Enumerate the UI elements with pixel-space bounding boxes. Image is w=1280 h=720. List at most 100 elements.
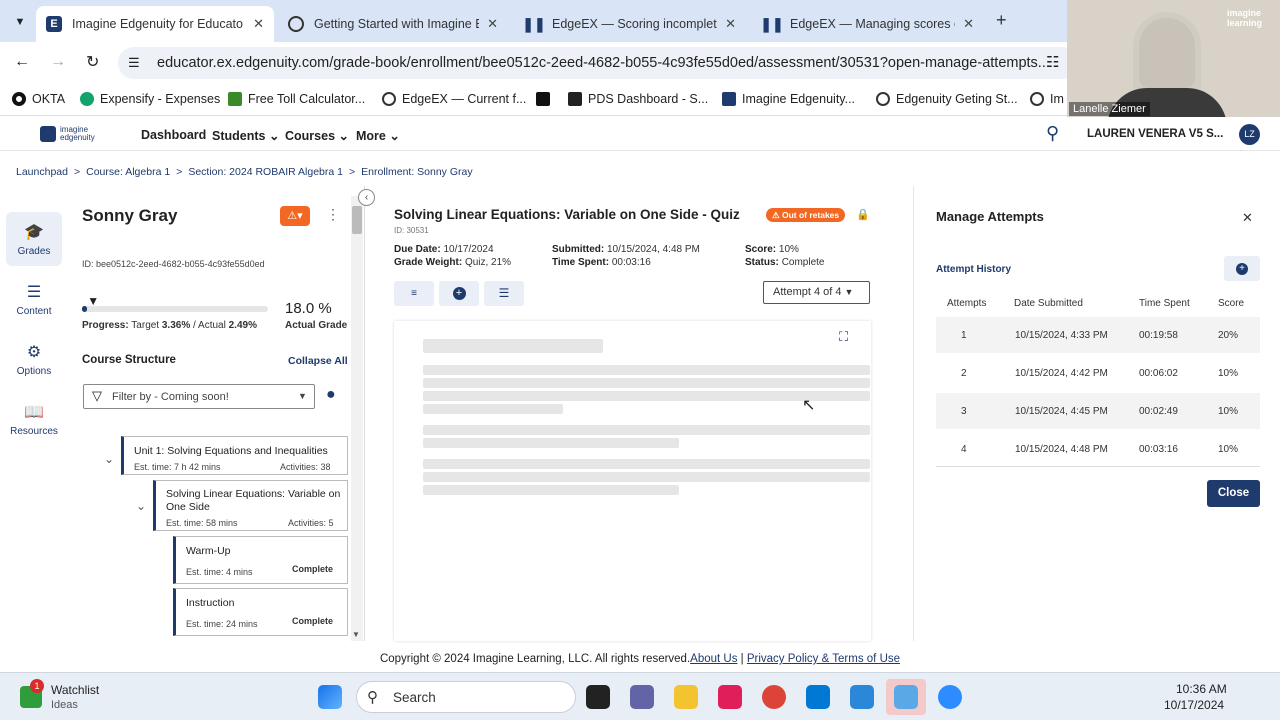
scrollbar-thumb[interactable]: [352, 206, 362, 234]
about-us-link[interactable]: About Us: [690, 653, 737, 665]
windows-start-icon[interactable]: [318, 685, 342, 709]
list-icon: ☰: [26, 283, 42, 301]
watchlist-widget[interactable]: 1 Watchlist Ideas: [20, 679, 130, 713]
bookmark-im[interactable]: Im: [1030, 92, 1064, 106]
collapse-panel-button[interactable]: ‹: [358, 189, 375, 206]
user-name[interactable]: LAUREN VENERA V5 S...: [1087, 128, 1223, 140]
close-tab-icon[interactable]: ✕: [963, 16, 974, 32]
unit-chevron-icon[interactable]: ⌄: [104, 452, 114, 466]
table-row: 3 10/15/2024, 4:45 PM 00:02:49 10%: [936, 393, 1260, 429]
bookmark-imagine-edgenuity[interactable]: Imagine Edgenuity...: [722, 92, 855, 106]
panel-scrollbar[interactable]: ▼: [351, 196, 363, 641]
video-brand-logo: imagine learning: [1227, 8, 1263, 28]
edgenuity-favicon-icon: E: [46, 16, 62, 32]
activity-card[interactable]: Warm-Up Est. time: 4 mins Complete: [173, 536, 348, 584]
checklist-button[interactable]: ☰: [484, 281, 524, 306]
breadcrumb-launchpad[interactable]: Launchpad: [16, 166, 68, 178]
manage-attempts-panel: Manage Attempts ✕ Attempt History + Atte…: [913, 186, 1280, 641]
rail-options[interactable]: ⚙ Options: [6, 332, 62, 386]
skeleton-line: [423, 459, 870, 469]
bookmark-edgeex-current[interactable]: EdgeEX — Current f...: [382, 92, 526, 106]
page-footer: Copyright © 2024 Imagine Learning, LLC. …: [0, 648, 1280, 670]
lesson-card[interactable]: Solving Linear Equations: Variable on On…: [153, 480, 348, 531]
reload-icon[interactable]: ↻: [86, 52, 99, 72]
rail-content[interactable]: ☰ Content: [6, 272, 62, 326]
tab-search-chevron-icon[interactable]: ▼: [10, 12, 30, 32]
expand-icon[interactable]: ⛶: [839, 329, 848, 345]
slack-icon[interactable]: [718, 685, 742, 709]
student-id: ID: bee0512c-2eed-4682-b055-4c93fe55d0ed: [82, 259, 265, 269]
pds-icon: [568, 92, 582, 106]
url-text[interactable]: educator.ex.edgenuity.com/grade-book/enr…: [157, 55, 1050, 71]
chrome-icon[interactable]: [762, 685, 786, 709]
new-tab-plus-icon[interactable]: +: [996, 10, 1007, 31]
bookmark-pds[interactable]: PDS Dashboard - S...: [568, 92, 708, 106]
photos-icon[interactable]: [850, 685, 874, 709]
rail-grades[interactable]: 🎓 Grades: [6, 212, 62, 266]
globe-icon: [1030, 92, 1044, 106]
score-100-button[interactable]: ≡: [394, 281, 434, 306]
alert-dropdown-button[interactable]: ⚠▾: [280, 206, 310, 226]
tab-managing-scores[interactable]: ❚❚ EdgeEX — Managing scores or ✕: [754, 6, 984, 42]
breadcrumb-section[interactable]: Section: 2024 ROBAIR Algebra 1: [188, 166, 343, 178]
clock-time[interactable]: 10:36 AM: [1176, 682, 1227, 696]
attempt-select[interactable]: Attempt 4 of 4 ▼: [763, 281, 870, 304]
okta-icon: [12, 92, 26, 106]
nav-dashboard[interactable]: Dashboard: [141, 128, 206, 142]
activity-card[interactable]: Instruction Est. time: 24 mins Complete: [173, 588, 348, 636]
video-call-overlay: imagine learning Lanelle Ziemer: [1067, 0, 1280, 118]
copyright-text: Copyright © 2024 Imagine Learning, LLC. …: [379, 653, 691, 665]
forward-arrow-icon[interactable]: →: [50, 53, 66, 71]
filter-icon: ▽: [92, 388, 102, 403]
close-button[interactable]: Close: [1207, 480, 1260, 507]
bookmark-getting-started[interactable]: Edgenuity Geting St...: [876, 92, 1018, 106]
add-attempt-button[interactable]: +: [1224, 256, 1260, 281]
add-attempt-button[interactable]: +: [439, 281, 479, 306]
breadcrumb-course[interactable]: Course: Algebra 1: [86, 166, 170, 178]
privacy-policy-link[interactable]: Privacy Policy & Terms of Use: [747, 653, 900, 665]
graduation-cap-icon: 🎓: [24, 223, 44, 241]
close-icon[interactable]: ✕: [1242, 210, 1253, 226]
close-tab-icon[interactable]: ✕: [725, 16, 736, 32]
nav-students[interactable]: Students ⌄: [212, 128, 279, 143]
tab-edgenuity[interactable]: E Imagine Edgenuity for Educato ✕: [36, 6, 274, 42]
task-view-icon[interactable]: [586, 685, 610, 709]
zoom-icon[interactable]: [938, 685, 962, 709]
tab-getting-started[interactable]: Getting Started with Imagine E ✕: [278, 6, 508, 42]
search-icon[interactable]: ⚲: [1046, 123, 1059, 144]
table-row: 4 10/15/2024, 4:48 PM 00:03:16 10%: [936, 431, 1260, 467]
user-avatar[interactable]: LZ: [1239, 124, 1260, 145]
teams-icon[interactable]: [630, 685, 654, 709]
lesson-chevron-icon[interactable]: ⌄: [136, 499, 146, 513]
collapse-all-link[interactable]: Collapse All: [288, 355, 348, 367]
back-arrow-icon[interactable]: ←: [14, 53, 30, 71]
unit-card[interactable]: Unit 1: Solving Equations and Inequaliti…: [121, 436, 348, 475]
site-settings-icon[interactable]: ☰: [128, 55, 140, 71]
bookmark-expensify[interactable]: Expensify - Expenses: [80, 92, 220, 106]
bookmark-amazon[interactable]: [536, 92, 556, 106]
bookmark-okta[interactable]: OKTA: [12, 92, 65, 106]
nav-more[interactable]: More ⌄: [356, 128, 400, 143]
breadcrumb-enrollment[interactable]: Enrollment: Sonny Gray: [361, 166, 472, 178]
student-name: Sonny Gray: [82, 206, 178, 225]
clock-date[interactable]: 10/17/2024: [1164, 698, 1224, 712]
taskbar-search[interactable]: ⚲ Search: [356, 681, 576, 713]
edgeex-favicon-icon: ❚❚: [760, 15, 784, 32]
nav-courses[interactable]: Courses ⌄: [285, 128, 349, 143]
tab-scoring-incomplete[interactable]: ❚❚ EdgeEX — Scoring incomplete ✕: [516, 6, 746, 42]
close-tab-icon[interactable]: ✕: [253, 16, 264, 32]
close-tab-icon[interactable]: ✕: [487, 16, 498, 32]
preview-frame: ⛶ ↖: [394, 321, 871, 641]
cloud-app-icon[interactable]: [894, 685, 918, 709]
edgenuity-logo[interactable]: imagine edgenuity: [40, 126, 100, 142]
filter-select[interactable]: ▽ Filter by - Coming soon! ▼: [83, 384, 315, 409]
location-pin-icon[interactable]: ●: [326, 386, 336, 404]
bookmark-toll[interactable]: Free Toll Calculator...: [228, 92, 365, 106]
outlook-icon[interactable]: [806, 685, 830, 709]
mouse-cursor-icon: ↖: [802, 397, 816, 414]
rail-resources[interactable]: 📖 Resources: [6, 392, 62, 446]
scroll-down-arrow-icon[interactable]: ▼: [352, 630, 360, 639]
actual-grade-label: Actual Grade: [285, 320, 348, 331]
more-options-icon[interactable]: ⋮: [326, 206, 340, 223]
file-explorer-icon[interactable]: [674, 685, 698, 709]
